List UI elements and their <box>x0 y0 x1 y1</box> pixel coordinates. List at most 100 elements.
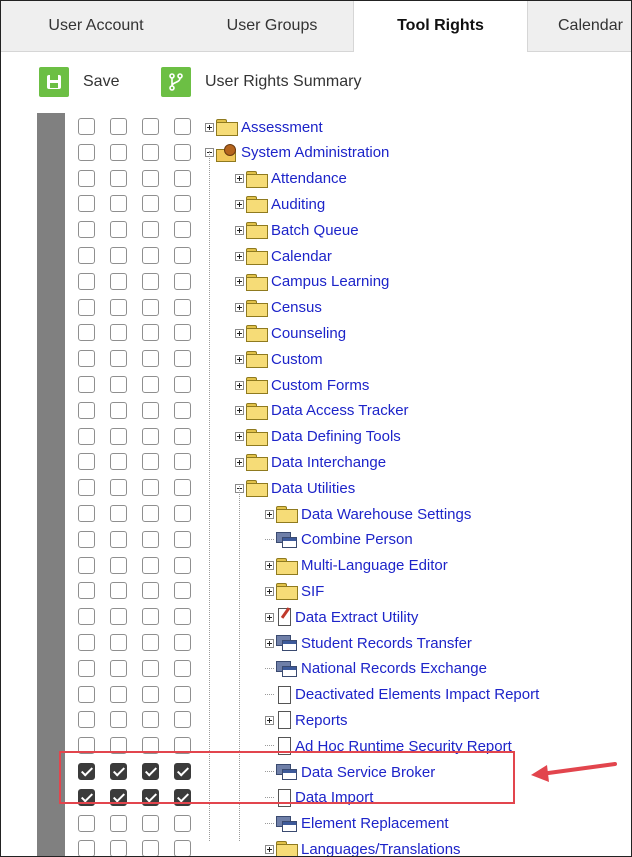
right-checkbox-4[interactable] <box>174 118 191 135</box>
right-checkbox-2[interactable] <box>110 247 127 264</box>
expand-icon[interactable] <box>265 509 274 519</box>
tree-node-label[interactable]: Multi-Language Editor <box>301 557 448 574</box>
expand-icon[interactable] <box>265 638 274 648</box>
right-checkbox-3[interactable] <box>142 247 159 264</box>
right-checkbox-1[interactable] <box>78 582 95 600</box>
right-checkbox-2[interactable] <box>110 298 127 316</box>
expand-icon[interactable] <box>235 251 244 261</box>
right-checkbox-1[interactable] <box>78 350 95 368</box>
right-checkbox-2[interactable] <box>110 582 127 600</box>
tree-node-label[interactable]: Batch Queue <box>271 222 359 239</box>
tree-node-label[interactable]: Counseling <box>271 325 346 342</box>
right-checkbox-1[interactable] <box>78 608 95 626</box>
right-checkbox-4[interactable] <box>174 427 191 445</box>
right-checkbox-1[interactable] <box>78 143 95 161</box>
tree-node-label[interactable]: Deactivated Elements Impact Report <box>295 686 539 703</box>
tree-node[interactable]: SIF <box>265 580 324 602</box>
right-checkbox-4[interactable] <box>174 479 191 497</box>
right-checkbox-1[interactable] <box>78 118 95 135</box>
right-checkbox-4[interactable] <box>174 298 191 316</box>
right-checkbox-2[interactable] <box>110 376 127 393</box>
expand-icon[interactable] <box>235 174 244 184</box>
right-checkbox-3[interactable] <box>142 298 159 316</box>
expand-icon[interactable] <box>265 561 274 571</box>
right-checkbox-2[interactable] <box>110 814 127 832</box>
right-checkbox-1[interactable] <box>78 376 95 393</box>
tab-calendar[interactable]: Calendar <box>528 1 631 51</box>
tree-node[interactable]: System Administration <box>205 142 389 164</box>
tree-node[interactable]: National Records Exchange <box>265 658 487 680</box>
expand-icon[interactable] <box>265 715 274 725</box>
tree-node[interactable]: Census <box>235 297 322 319</box>
right-checkbox-3[interactable] <box>142 634 159 651</box>
right-checkbox-2[interactable] <box>110 556 127 574</box>
right-checkbox-2[interactable] <box>110 427 127 445</box>
tree-node-label[interactable]: Campus Learning <box>271 273 389 290</box>
tree-node[interactable]: Assessment <box>205 116 323 138</box>
right-checkbox-4[interactable] <box>174 169 191 187</box>
right-checkbox-1[interactable] <box>78 298 95 316</box>
right-checkbox-3[interactable] <box>142 118 159 135</box>
tree-node[interactable]: Data Extract Utility <box>265 606 418 628</box>
tree-node[interactable]: Data Access Tracker <box>235 400 409 422</box>
right-checkbox-1[interactable] <box>78 530 95 548</box>
right-checkbox-2[interactable] <box>110 479 127 497</box>
right-checkbox-4[interactable] <box>174 582 191 600</box>
expand-icon[interactable] <box>235 354 244 364</box>
tree-node-label[interactable]: SIF <box>301 583 324 600</box>
right-checkbox-3[interactable] <box>142 659 159 677</box>
right-checkbox-2[interactable] <box>110 608 127 626</box>
right-checkbox-3[interactable] <box>142 169 159 187</box>
expand-icon[interactable] <box>265 586 274 596</box>
right-checkbox-1[interactable] <box>78 247 95 264</box>
tree-node-label[interactable]: Data Interchange <box>271 454 386 471</box>
tree-node[interactable]: Batch Queue <box>235 219 359 241</box>
right-checkbox-3[interactable] <box>142 556 159 574</box>
right-checkbox-1[interactable] <box>78 427 95 445</box>
right-checkbox-4[interactable] <box>174 556 191 574</box>
right-checkbox-1[interactable] <box>78 324 95 342</box>
tree-node[interactable]: Combine Person <box>265 529 413 551</box>
right-checkbox-4[interactable] <box>174 401 191 419</box>
right-checkbox-1[interactable] <box>78 453 95 471</box>
tree-node[interactable]: Languages/Translations <box>265 838 461 856</box>
right-checkbox-4[interactable] <box>174 505 191 522</box>
right-checkbox-3[interactable] <box>142 143 159 161</box>
expand-icon[interactable] <box>235 199 244 209</box>
save-button[interactable]: Save <box>39 66 119 98</box>
right-checkbox-4[interactable] <box>174 711 191 729</box>
tree-node[interactable]: Attendance <box>235 168 347 190</box>
right-checkbox-3[interactable] <box>142 711 159 729</box>
right-checkbox-3[interactable] <box>142 582 159 600</box>
expand-icon[interactable] <box>205 122 214 132</box>
right-checkbox-1[interactable] <box>78 272 95 290</box>
right-checkbox-4[interactable] <box>174 814 191 832</box>
tree-node-label[interactable]: Data Access Tracker <box>271 402 409 419</box>
right-checkbox-3[interactable] <box>142 427 159 445</box>
right-checkbox-2[interactable] <box>110 195 127 213</box>
right-checkbox-3[interactable] <box>142 401 159 419</box>
tree-node-label[interactable]: Data Warehouse Settings <box>301 506 471 523</box>
expand-icon[interactable] <box>235 457 244 467</box>
right-checkbox-3[interactable] <box>142 685 159 703</box>
right-checkbox-1[interactable] <box>78 659 95 677</box>
tree-node[interactable]: Calendar <box>235 245 332 267</box>
right-checkbox-1[interactable] <box>78 814 95 832</box>
right-checkbox-1[interactable] <box>78 479 95 497</box>
right-checkbox-1[interactable] <box>78 169 95 187</box>
tree-node-label[interactable]: Data Extract Utility <box>295 609 418 626</box>
tab-tool-rights[interactable]: Tool Rights <box>353 1 528 52</box>
right-checkbox-1[interactable] <box>78 685 95 703</box>
right-checkbox-4[interactable] <box>174 272 191 290</box>
right-checkbox-4[interactable] <box>174 685 191 703</box>
right-checkbox-4[interactable] <box>174 840 191 856</box>
tree-node[interactable]: Custom Forms <box>235 374 369 396</box>
tree-node-label[interactable]: Student Records Transfer <box>301 635 472 652</box>
expand-icon[interactable] <box>235 380 244 390</box>
right-checkbox-1[interactable] <box>78 634 95 651</box>
expand-icon[interactable] <box>265 844 274 854</box>
tree-node-label[interactable]: Languages/Translations <box>301 841 461 856</box>
tree-node[interactable]: Multi-Language Editor <box>265 555 448 577</box>
right-checkbox-3[interactable] <box>142 221 159 239</box>
right-checkbox-4[interactable] <box>174 634 191 651</box>
